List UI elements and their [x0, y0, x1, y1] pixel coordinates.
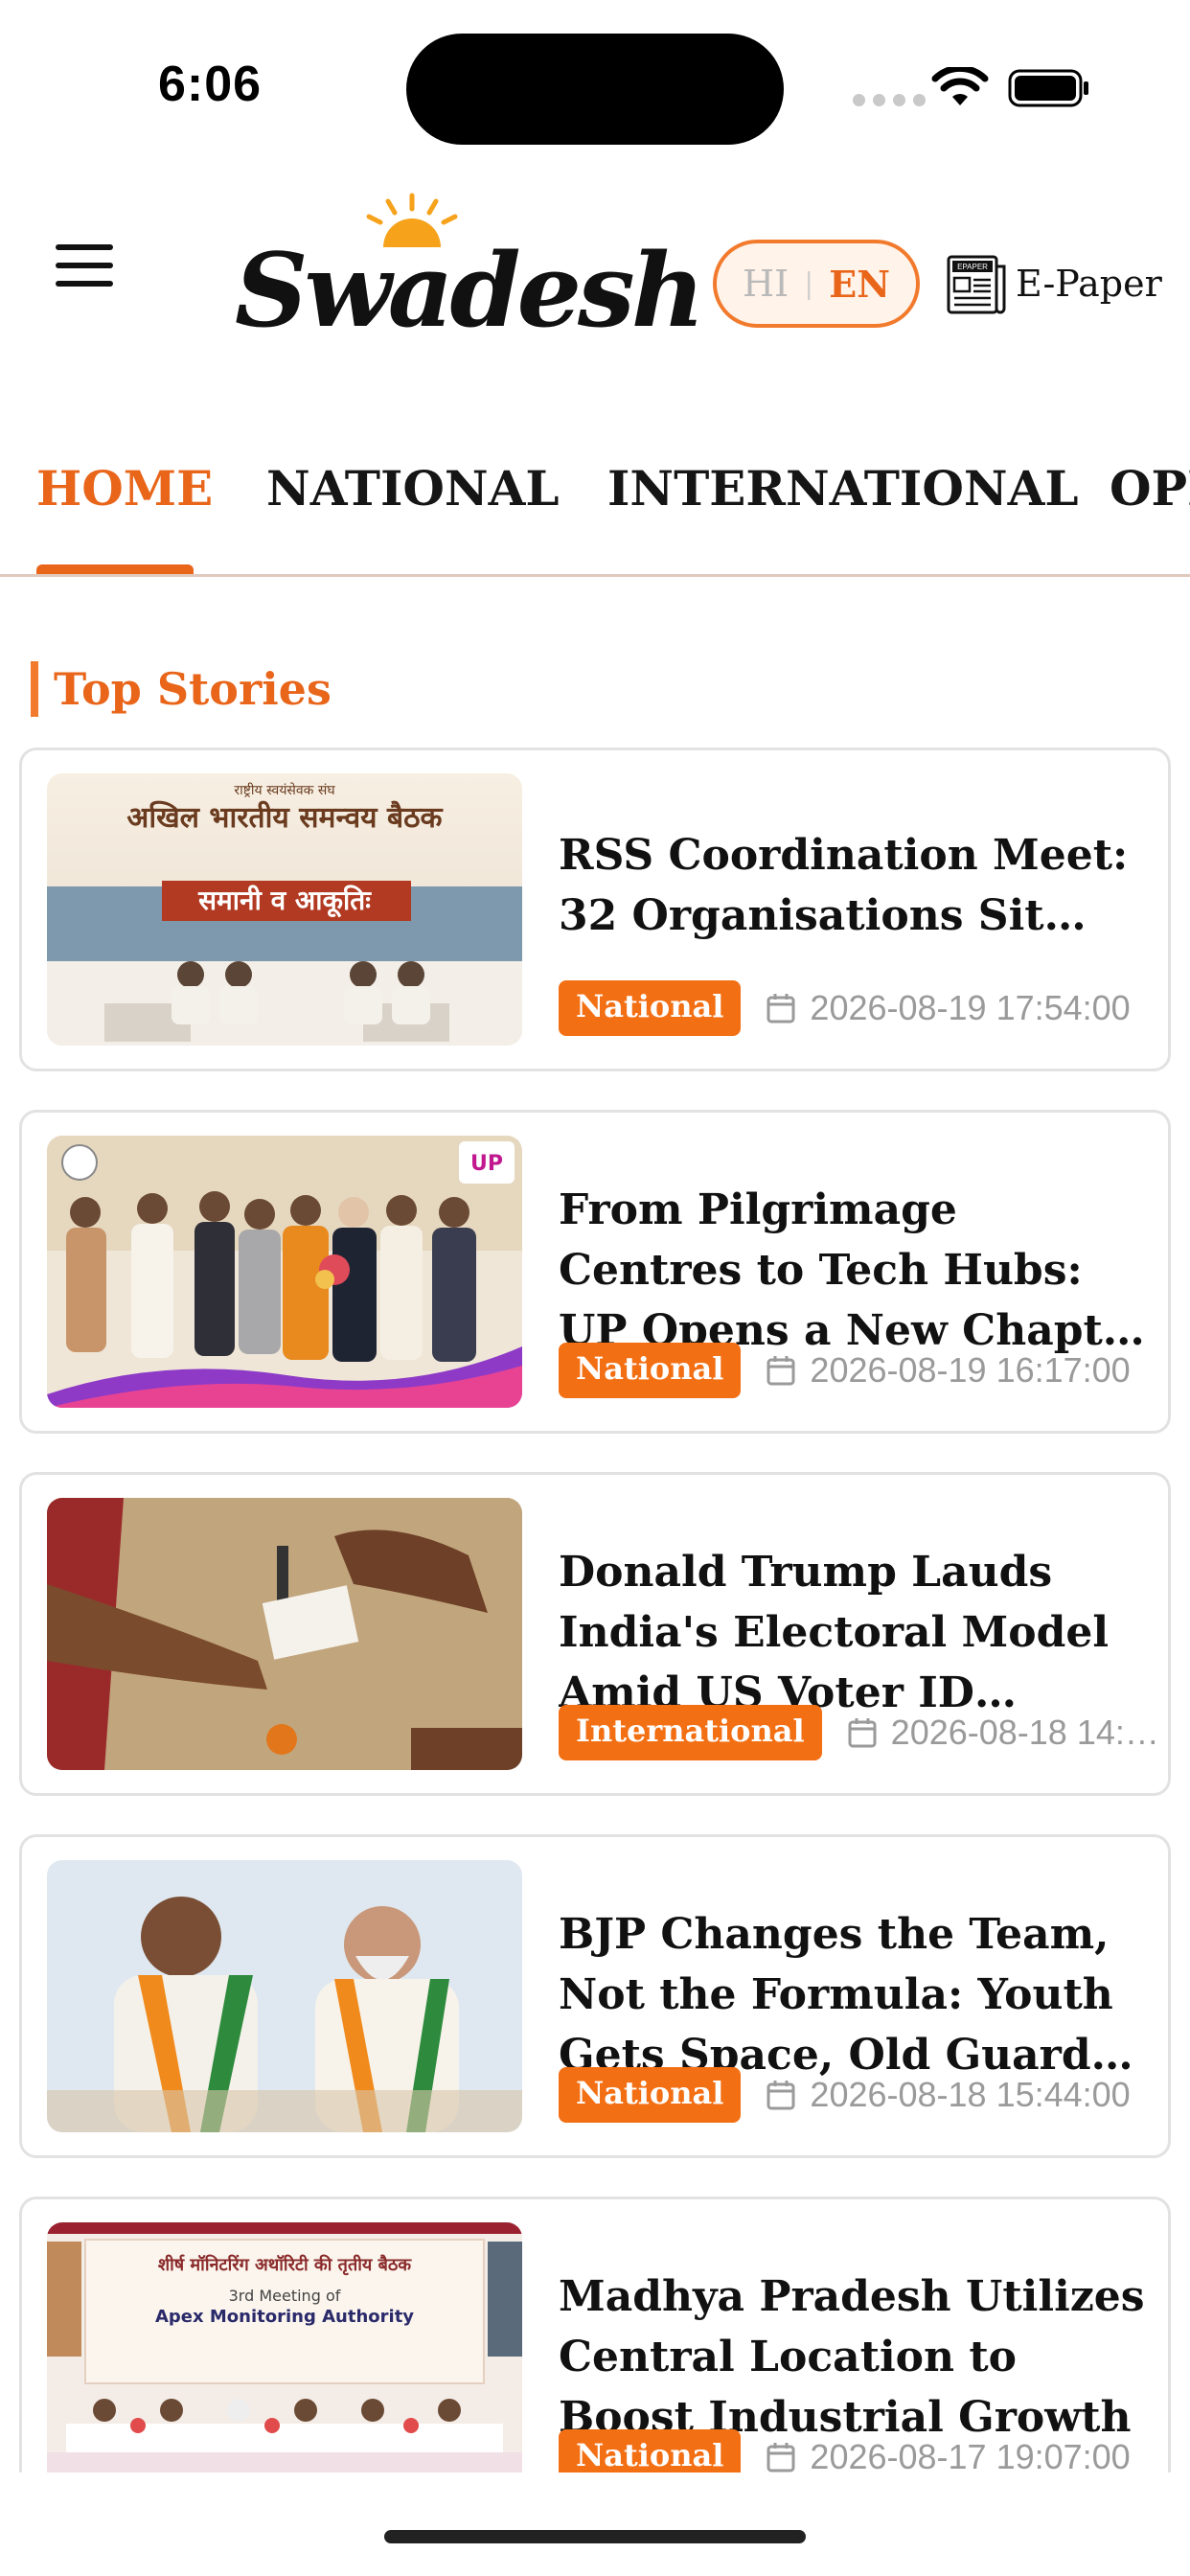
- svg-text:Apex Monitoring Authority: Apex Monitoring Authority: [155, 2307, 414, 2327]
- section-title: Top Stories: [54, 663, 332, 715]
- svg-text:EPAPER: EPAPER: [957, 263, 988, 271]
- story-title[interactable]: RSS Coordination Meet: 32 Organisations …: [559, 825, 1153, 946]
- language-toggle[interactable]: HI | EN: [713, 240, 920, 328]
- home-indicator[interactable]: [384, 2530, 806, 2543]
- lang-en-option[interactable]: EN: [829, 263, 890, 306]
- story-date: 2026-08-17 19:07:00: [810, 2437, 1131, 2472]
- story-thumbnail[interactable]: शीर्ष मॉनिटरिंग अथॉरिटी की तृतीय बैठक 3r…: [47, 2222, 522, 2472]
- active-tab-indicator: [36, 564, 194, 574]
- section-header: Top Stories: [31, 661, 332, 717]
- story-thumbnail[interactable]: UP: [47, 1136, 522, 1408]
- svg-text:राष्ट्रीय स्वयंसेवक संघ: राष्ट्रीय स्वयंसेवक संघ: [234, 782, 335, 798]
- story-meta: National 2026-08-19 16:17:00: [559, 1343, 1162, 1398]
- story-list: राष्ट्रीय स्वयंसेवक संघ अखिल भारतीय समन्…: [0, 748, 1190, 2472]
- section-accent-bar: [31, 661, 38, 717]
- epaper-button[interactable]: EPAPER E-Paper: [943, 251, 1162, 316]
- logo-text: Swadesh: [235, 230, 705, 350]
- story-title[interactable]: Madhya Pradesh Utilizes Central Location…: [559, 2266, 1153, 2448]
- menu-icon[interactable]: [56, 244, 113, 288]
- story-meta: National 2026-08-17 19:07:00: [559, 2429, 1162, 2472]
- story-card[interactable]: राष्ट्रीय स्वयंसेवक संघ अखिल भारतीय समन्…: [19, 748, 1171, 1071]
- calendar-icon: [767, 1356, 795, 1386]
- story-card[interactable]: शीर्ष मॉनिटरिंग अथॉरिटी की तृतीय बैठक 3r…: [19, 2196, 1171, 2472]
- story-thumbnail[interactable]: [47, 1498, 522, 1770]
- story-date: 2026-08-19 16:17:00: [810, 1350, 1131, 1390]
- story-thumbnail[interactable]: [47, 1860, 522, 2132]
- story-title[interactable]: BJP Changes the Team, Not the Formula: Y…: [559, 1904, 1153, 2085]
- tab-opinion[interactable]: OPINION: [1110, 460, 1190, 517]
- status-time: 6:06: [158, 57, 263, 112]
- story-title[interactable]: From Pilgrimage Centres to Tech Hubs: UP…: [559, 1180, 1153, 1361]
- lang-separator: |: [804, 266, 814, 301]
- category-badge[interactable]: National: [559, 980, 742, 1036]
- category-badge[interactable]: National: [559, 1343, 742, 1398]
- calendar-icon: [767, 2081, 795, 2110]
- status-bar: 6:06: [0, 0, 1190, 172]
- story-meta: International 2026-08-18 14:22:00: [559, 1705, 1162, 1760]
- category-badge[interactable]: National: [559, 2429, 742, 2472]
- signal-icon: [853, 94, 926, 106]
- calendar-icon: [767, 994, 795, 1024]
- svg-text:शीर्ष मॉनिटरिंग अथॉरिटी की तृत: शीर्ष मॉनिटरिंग अथॉरिटी की तृतीय बैठक: [158, 2254, 412, 2276]
- swadesh-logo[interactable]: Swadesh: [230, 192, 705, 350]
- story-title[interactable]: Donald Trump Lauds India's Electoral Mod…: [559, 1542, 1153, 1723]
- tab-national[interactable]: NATIONAL: [266, 460, 560, 517]
- battery-icon: [1008, 69, 1088, 107]
- category-tabs: HOME NATIONAL INTERNATIONAL OPINION: [0, 441, 1190, 577]
- story-card[interactable]: UP From Pilgrimage Centres to Tech Hubs:…: [19, 1110, 1171, 1434]
- epaper-label: E-Paper: [1016, 263, 1162, 305]
- newspaper-icon: EPAPER: [947, 255, 1006, 314]
- story-thumbnail[interactable]: राष्ट्रीय स्वयंसेवक संघ अखिल भारतीय समन्…: [47, 773, 522, 1046]
- tab-home[interactable]: HOME: [36, 460, 213, 517]
- svg-text:UP: UP: [470, 1152, 503, 1176]
- story-card[interactable]: Donald Trump Lauds India's Electoral Mod…: [19, 1472, 1171, 1796]
- story-date: 2026-08-18 15:44:00: [810, 2075, 1131, 2114]
- lang-hi-option[interactable]: HI: [743, 263, 789, 305]
- story-meta: National 2026-08-18 15:44:00: [559, 2067, 1162, 2123]
- svg-text:अखिल भारतीय समन्वय बैठक: अखिल भारतीय समन्वय बैठक: [126, 800, 443, 835]
- story-date: 2026-08-18 14:22:00: [890, 1713, 1162, 1752]
- category-badge[interactable]: National: [559, 2067, 742, 2123]
- svg-text:समानी व आकूतिः: समानी व आकूतिः: [197, 885, 372, 918]
- story-date: 2026-08-19 17:54:00: [810, 988, 1131, 1027]
- app-header: Swadesh HI | EN EPAPER E-Paper: [0, 172, 1190, 383]
- tab-international[interactable]: INTERNATIONAL: [607, 460, 1079, 517]
- calendar-icon: [767, 2443, 795, 2472]
- dynamic-island: [406, 34, 784, 145]
- story-meta: National 2026-08-19 17:54:00: [559, 980, 1162, 1036]
- calendar-icon: [848, 1718, 877, 1748]
- svg-text:3rd Meeting of: 3rd Meeting of: [229, 2287, 341, 2305]
- story-card[interactable]: BJP Changes the Team, Not the Formula: Y…: [19, 1834, 1171, 2158]
- wifi-icon: [931, 67, 989, 105]
- category-badge[interactable]: International: [559, 1705, 822, 1760]
